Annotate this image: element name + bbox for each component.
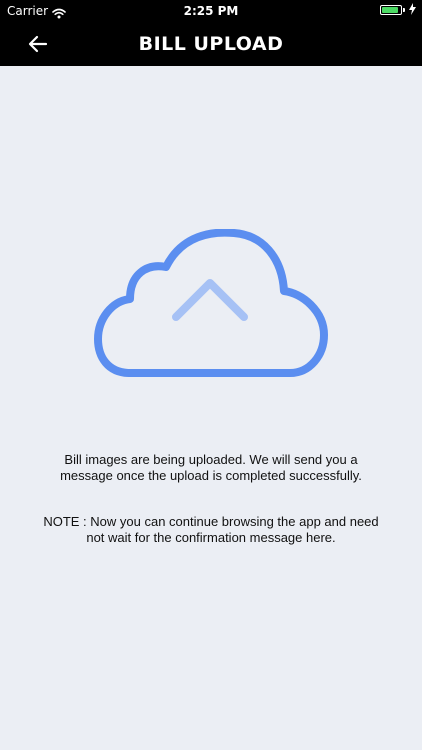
upload-status-message: Bill images are being uploaded. We will … bbox=[60, 452, 362, 483]
upload-note-message: NOTE : Now you can continue browsing the… bbox=[43, 514, 379, 545]
status-bar: Carrier 2:25 PM bbox=[0, 0, 422, 22]
bolt-icon bbox=[409, 3, 416, 18]
cloud-upload-icon bbox=[94, 228, 328, 377]
status-time: 2:25 PM bbox=[183, 4, 239, 18]
battery-nub bbox=[403, 8, 405, 12]
battery-icon bbox=[380, 5, 402, 15]
header: BILL UPLOAD bbox=[0, 22, 422, 66]
page-title: BILL UPLOAD bbox=[138, 33, 284, 55]
